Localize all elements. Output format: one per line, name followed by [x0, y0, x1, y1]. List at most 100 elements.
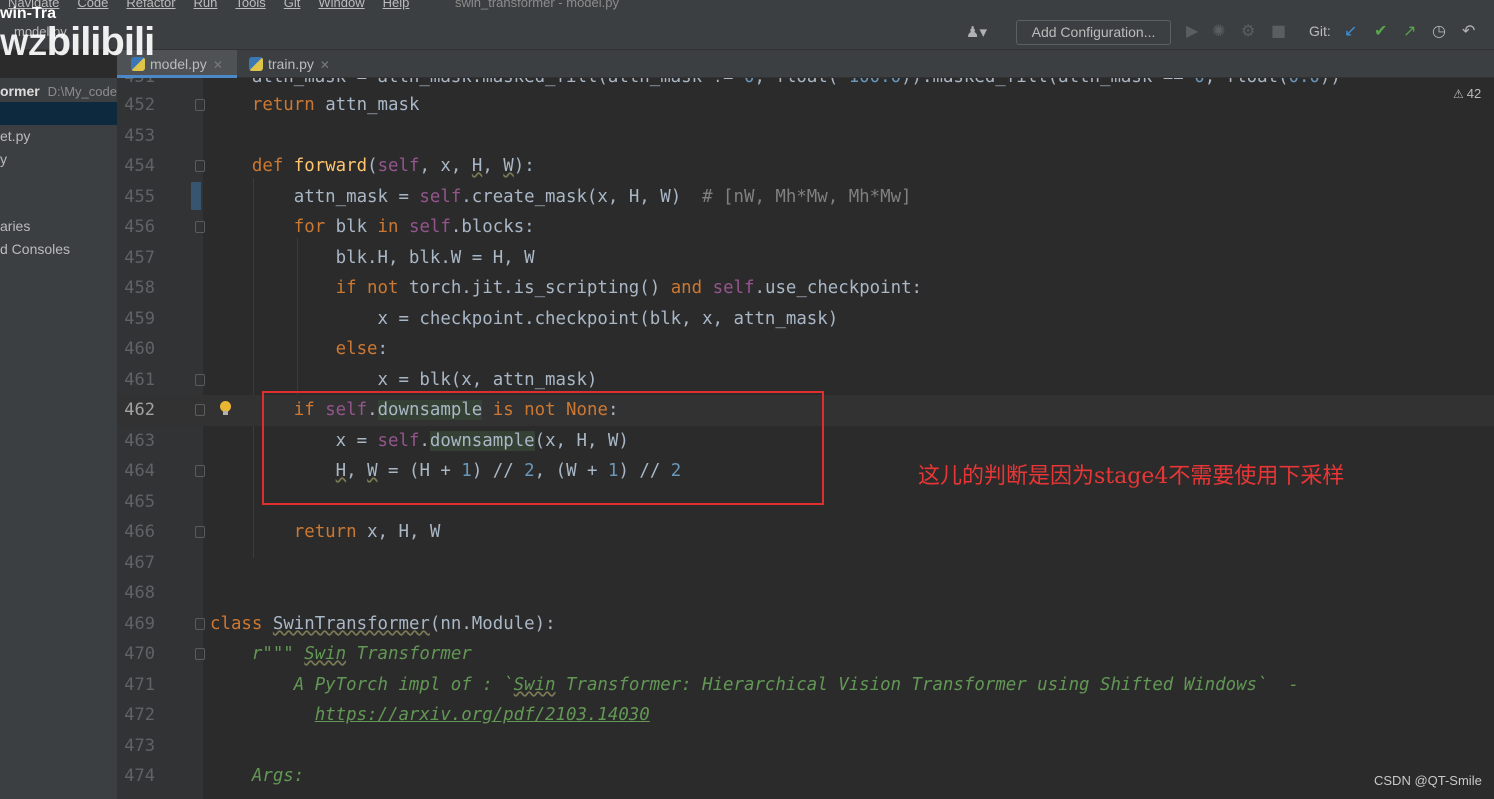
code-line: 467	[117, 548, 1494, 579]
tree-item-scratches[interactable]: d Consoles	[0, 241, 70, 257]
annotation-box	[262, 391, 824, 505]
line-number: 463	[124, 431, 155, 451]
code-text: def forward(self, x, H, W):	[251, 156, 535, 176]
tree-item[interactable]: et.py	[0, 128, 30, 144]
code-line: 473	[117, 731, 1494, 762]
code-line: 453	[117, 121, 1494, 152]
line-number: 461	[124, 370, 155, 390]
line-number: 459	[124, 309, 155, 329]
close-icon[interactable]: ✕	[213, 58, 223, 72]
fold-marker[interactable]	[195, 618, 205, 630]
paper-link[interactable]: https://arxiv.org/pdf/2103.14030	[315, 705, 650, 725]
line-number: 453	[124, 126, 155, 146]
code-text: class SwinTransformer(nn.Module):	[210, 614, 556, 634]
line-number: 456	[124, 217, 155, 237]
menu-tools[interactable]: Tools	[235, 0, 265, 10]
coverage-icon[interactable]: ⚙	[1241, 22, 1255, 40]
line-number: 464	[124, 461, 155, 481]
code-text: https://arxiv.org/pdf/2103.14030	[210, 700, 650, 730]
git-update-icon[interactable]: ↙	[1344, 22, 1357, 40]
code-line: 459 x = checkpoint.checkpoint(blk, x, at…	[117, 304, 1494, 335]
code-line: 472 https://arxiv.org/pdf/2103.14030	[117, 700, 1494, 731]
tree-item[interactable]: y	[0, 151, 7, 167]
code-line: 470 r""" Swin Transformer	[117, 639, 1494, 670]
code-text: else:	[335, 339, 389, 359]
menu-bar: Navigate Code Refactor Run Tools Git Win…	[0, 0, 1494, 14]
menu-refactor[interactable]: Refactor	[126, 0, 175, 10]
user-icon[interactable]: ♟▾	[966, 23, 987, 41]
fold-marker[interactable]	[195, 465, 205, 477]
git-push-icon[interactable]: ↗	[1403, 22, 1416, 40]
code-text: Args:	[210, 766, 305, 786]
code-text: return attn_mask	[251, 95, 420, 115]
fold-marker[interactable]	[195, 221, 205, 233]
code-text: r""" Swin Transformer	[210, 644, 472, 664]
menu-items: Navigate Code Refactor Run Tools Git Win…	[8, 0, 409, 10]
project-panel: ormer D:\My_code et.py y aries d Console…	[0, 78, 117, 799]
project-root[interactable]: ormer D:\My_code	[0, 83, 117, 99]
line-number: 460	[124, 339, 155, 359]
line-number: 454	[124, 156, 155, 176]
rollback-icon[interactable]: ↶	[1462, 22, 1475, 40]
line-number: 466	[124, 522, 155, 542]
project-root-label: ormer	[0, 83, 40, 99]
line-number: 472	[124, 705, 155, 725]
line-number: 473	[124, 736, 155, 756]
close-icon[interactable]: ✕	[320, 58, 330, 72]
line-number: 462	[124, 400, 155, 420]
code-text: x = checkpoint.checkpoint(blk, x, attn_m…	[210, 309, 839, 329]
code-line: 457 blk.H, blk.W = H, W	[117, 243, 1494, 274]
fold-marker[interactable]	[195, 648, 205, 660]
main-toolbar: ♟▾ Add Configuration... ▶ ✺ ⚙ ■ Git: ↙ ✔…	[0, 14, 1494, 50]
selected-tree-row[interactable]	[0, 102, 117, 125]
editor-tab-bar: model.py ✕ train.py ✕	[117, 50, 1494, 78]
annotation-text: 这儿的判断是因为stage4不需要使用下采样	[918, 464, 1345, 489]
code-line: 468	[117, 578, 1494, 609]
line-number: 470	[124, 644, 155, 664]
add-configuration-button[interactable]: Add Configuration...	[1016, 20, 1171, 45]
menu-code[interactable]: Code	[77, 0, 108, 10]
menu-help[interactable]: Help	[383, 0, 410, 10]
tab-label: train.py	[268, 56, 314, 72]
fold-marker[interactable]	[195, 526, 205, 538]
menu-window[interactable]: Window	[318, 0, 364, 10]
watermark-logo: bilibili	[46, 20, 156, 64]
menu-git[interactable]: Git	[284, 0, 301, 10]
code-text: for blk in self.blocks:	[293, 217, 535, 237]
line-number: 458	[124, 278, 155, 298]
python-file-icon	[249, 57, 263, 71]
git-label: Git:	[1309, 23, 1331, 39]
watermark-prefix: WZ	[0, 29, 47, 62]
fold-marker[interactable]	[195, 374, 205, 386]
debug-icon[interactable]: ✺	[1212, 22, 1225, 40]
code-line: 455 attn_mask = self.create_mask(x, H, W…	[117, 182, 1494, 213]
menu-run[interactable]: Run	[194, 0, 218, 10]
code-line: 469 class SwinTransformer(nn.Module):	[117, 609, 1494, 640]
line-number: 471	[124, 675, 155, 695]
line-number: 465	[124, 492, 155, 512]
code-text: A PyTorch impl of : `Swin Transformer: H…	[210, 675, 1299, 695]
fold-marker[interactable]	[195, 160, 205, 172]
code-text: if not torch.jit.is_scripting() and self…	[335, 278, 923, 298]
code-line: 474 Args:	[117, 761, 1494, 792]
code-line: 471 A PyTorch impl of : `Swin Transforme…	[117, 670, 1494, 701]
code-text: blk.H, blk.W = H, W	[210, 248, 535, 268]
run-icon[interactable]: ▶	[1186, 22, 1198, 40]
window-title: swin_transformer - model.py	[455, 0, 619, 10]
project-root-path: D:\My_code	[47, 84, 117, 99]
tab-train-py[interactable]: train.py ✕	[249, 50, 369, 78]
code-line: 454 def forward(self, x, H, W):	[117, 151, 1494, 182]
code-text: return x, H, W	[293, 522, 441, 542]
code-line: 460 else:	[117, 334, 1494, 365]
code-line: 466 return x, H, W	[117, 517, 1494, 548]
line-number: 467	[124, 553, 155, 573]
line-number: 474	[124, 766, 155, 786]
code-line: 452 return attn_mask	[117, 90, 1494, 121]
fold-marker[interactable]	[195, 404, 205, 416]
stop-icon[interactable]: ■	[1271, 22, 1286, 40]
history-icon[interactable]: ◷	[1432, 22, 1446, 40]
tree-item-external-libraries[interactable]: aries	[0, 218, 30, 234]
fold-marker[interactable]	[195, 99, 205, 111]
line-number: 452	[124, 95, 155, 115]
git-commit-icon[interactable]: ✔	[1374, 22, 1387, 40]
